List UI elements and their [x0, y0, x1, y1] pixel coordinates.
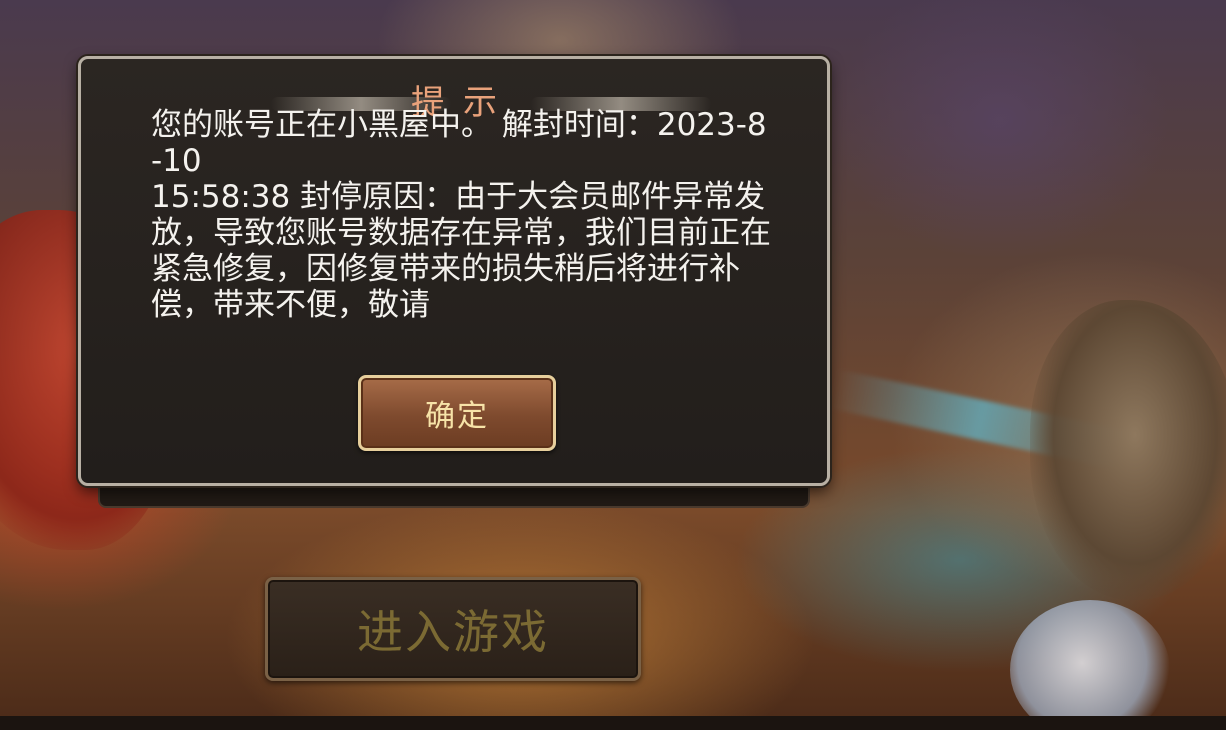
confirm-button-label: 确定	[425, 399, 489, 434]
bottom-bar	[0, 716, 1226, 730]
enter-game-button[interactable]: 进入游戏	[265, 577, 641, 681]
notice-dialog: 提示 您的账号正在小黑屋中。 解封时间：2023-8-10 15:58:38 封…	[78, 56, 830, 486]
background-hero-right	[1030, 300, 1226, 600]
enter-game-label: 进入游戏	[357, 605, 549, 659]
background-orb	[1010, 600, 1170, 730]
confirm-button[interactable]: 确定	[358, 375, 556, 451]
game-login-screen: 进入游戏 提示 您的账号正在小黑屋中。 解封时间：2023-8-10 15:58…	[0, 0, 1226, 730]
dialog-message: 您的账号正在小黑屋中。 解封时间：2023-8-10 15:58:38 封停原因…	[151, 107, 771, 323]
